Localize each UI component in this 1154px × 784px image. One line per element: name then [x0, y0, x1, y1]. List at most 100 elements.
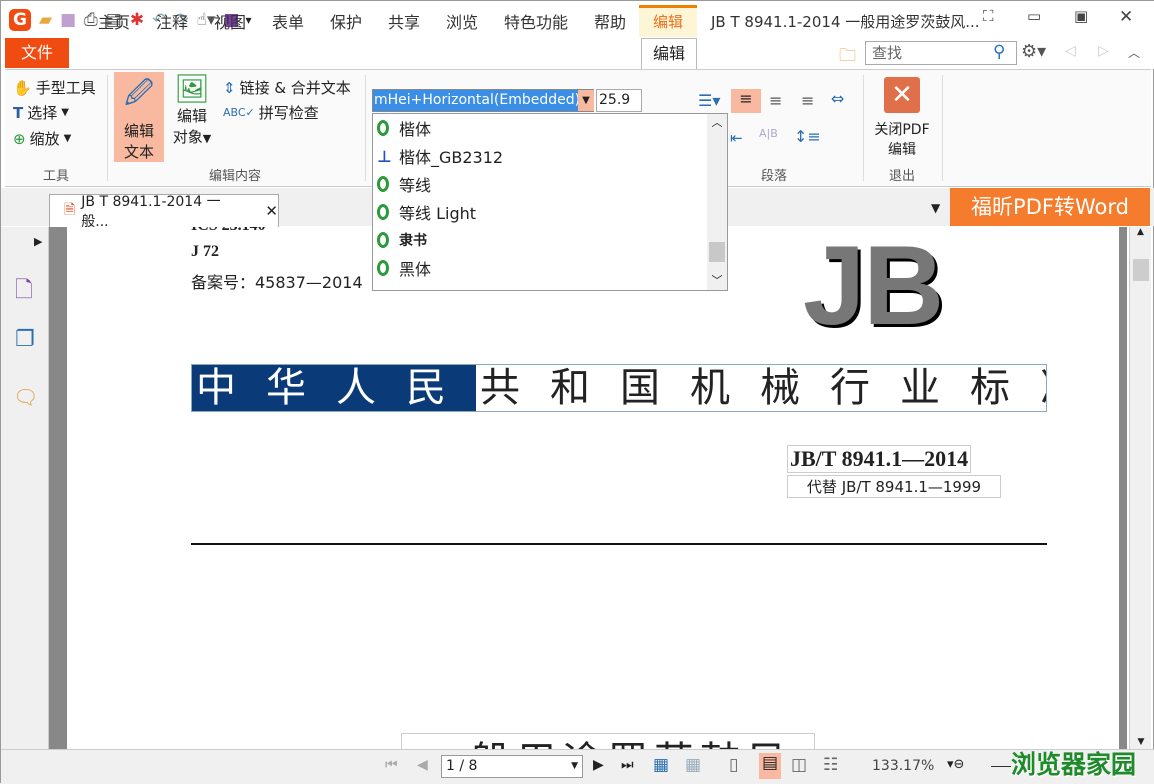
last-page-icon[interactable]: ⏭ — [621, 757, 634, 773]
edit-text-label-1: 编辑 — [114, 120, 164, 141]
font-option[interactable]: 等线 — [373, 170, 727, 198]
hand-dropdown-icon[interactable]: ☝▾ — [197, 10, 216, 30]
indent-icon[interactable]: ⇤ — [730, 129, 743, 147]
align-right-icon[interactable]: ≡ — [801, 91, 814, 110]
single-page-icon[interactable]: ▯ — [729, 755, 738, 775]
close-tab-icon[interactable]: ✕ — [265, 202, 278, 220]
customize-icon[interactable]: ▾ — [246, 13, 252, 27]
minimize-button[interactable]: ▭ — [1027, 7, 1041, 25]
spell-check-button[interactable]: ABC✓拼写检查 — [223, 102, 319, 123]
previous-page-icon[interactable]: ◀ — [417, 757, 428, 773]
folder-search-icon[interactable]: 🗀 — [839, 43, 856, 72]
font-option[interactable]: 等线 Light — [373, 198, 727, 226]
zoom-button[interactable]: ⊕缩放▼ — [13, 128, 71, 149]
zoom-slider[interactable] — [991, 766, 1011, 767]
group-label-edit-content: 编辑内容 — [209, 165, 261, 184]
gear-icon[interactable]: ⚙▾ — [1021, 41, 1046, 62]
open-icon[interactable]: ▰ — [39, 10, 52, 30]
continuous-facing-icon[interactable]: ☷ — [823, 755, 838, 775]
scroll-down-icon[interactable]: ﹀ — [707, 272, 727, 288]
edit-object-button[interactable]: 🖼 编辑 对象▼ — [167, 72, 217, 162]
line-spacing-icon[interactable]: ↕≡ — [794, 127, 821, 146]
font-option[interactable]: 隶书 — [373, 226, 727, 254]
menu-protect[interactable]: 保护 — [330, 9, 362, 33]
menu-edit[interactable]: 编辑 — [641, 38, 697, 69]
close-pdf-label-1: 关闭PDF — [869, 119, 935, 139]
next-page-icon[interactable]: ▶ — [593, 757, 604, 773]
fullscreen-icon[interactable]: ⛶ — [983, 7, 994, 25]
edit-object-label-2: 对象 — [173, 128, 203, 146]
font-dropdown-arrow[interactable]: ▼ — [578, 90, 594, 111]
previous-view-icon[interactable]: ▦ — [653, 755, 669, 775]
font-option[interactable]: 黑体 — [373, 254, 727, 282]
vertical-scrollbar[interactable]: ▲ ▼ — [1129, 227, 1151, 749]
select-button[interactable]: T选择▼ — [13, 102, 69, 123]
first-page-icon[interactable]: ⏮ — [385, 757, 398, 773]
selected-title-text[interactable]: 中华人民 — [192, 365, 476, 411]
menu-help[interactable]: 帮助 — [594, 9, 626, 33]
edit-text-button[interactable]: 🖉 编辑 文本 — [114, 72, 164, 162]
expand-panel-icon[interactable]: ▶ — [34, 235, 42, 248]
convert-to-word-banner[interactable]: 福昕PDF转Word — [950, 188, 1150, 226]
menu-file[interactable]: 文件 — [5, 38, 69, 68]
link-merge-text-button[interactable]: ⇕链接 & 合并文本 — [223, 77, 351, 98]
facing-pages-icon[interactable]: ◫ — [791, 755, 807, 775]
collapse-ribbon-icon[interactable]: ︿ — [1128, 44, 1140, 61]
menu-comment[interactable]: 注释 — [156, 9, 188, 33]
print-icon[interactable]: ⎙ — [84, 10, 98, 30]
next-view-icon[interactable]: ▦ — [685, 755, 701, 775]
app-window: G ▰ ■ ⎙ ▤ ✱ ↶ ↷ ☝▾ ■ ▾ 编辑 JB T 8941.1-20… — [0, 0, 1154, 783]
window-title: JB T 8941.1-2014 一般用途罗茨鼓风... — [711, 11, 980, 32]
pdf-file-icon: 🗎 — [64, 199, 75, 223]
restore-button[interactable]: ▣ — [1074, 7, 1088, 25]
back-icon[interactable]: ◁ — [1065, 43, 1076, 59]
dropdown-scrollbar[interactable]: ︿ ﹀ — [707, 114, 727, 290]
pages-icon[interactable]: ❐ — [15, 327, 35, 352]
standard-number[interactable]: JB/T 8941.1—2014 — [787, 445, 971, 473]
close-pdf-label-2: 编辑 — [869, 139, 935, 159]
zoom-icon: ⊕ — [13, 130, 26, 148]
tab-list-dropdown-icon[interactable]: ▼ — [931, 201, 940, 215]
menu-home[interactable]: 主页 — [98, 9, 130, 33]
scroll-up-icon[interactable]: ︿ — [707, 114, 727, 130]
page-number-input[interactable]: 1 / 8▼ — [441, 755, 583, 778]
zoom-dropdown-icon[interactable]: ▾⊖ — [947, 757, 964, 772]
menu-browse[interactable]: 浏览 — [446, 9, 478, 33]
hand-tool-button[interactable]: ✋手型工具 — [13, 77, 96, 98]
new-icon[interactable]: ✱ — [130, 10, 144, 30]
bullet-list-icon[interactable]: ☰▾ — [698, 91, 720, 110]
menu-form[interactable]: 表单 — [272, 9, 304, 33]
title-text[interactable]: 共和国机械行业标准 — [476, 365, 1047, 411]
title-text-box[interactable]: 中华人民共和国机械行业标准 — [191, 364, 1047, 412]
close-button[interactable]: ✕ — [1119, 7, 1133, 27]
replaces-standard[interactable]: 代替 JB/T 8941.1—1999 — [787, 475, 1001, 498]
font-option[interactable]: 楷体 — [373, 114, 727, 142]
align-center-icon[interactable]: ≡ — [769, 91, 782, 110]
save-icon[interactable]: ■ — [60, 10, 76, 30]
menu-features[interactable]: 特色功能 — [504, 9, 568, 33]
search-icon[interactable]: ⚲ — [993, 42, 1005, 62]
chevron-down-icon: ▼ — [203, 132, 211, 145]
scroll-thumb[interactable] — [1133, 259, 1149, 281]
align-left-icon[interactable]: ≡ — [731, 89, 761, 113]
menu-view[interactable]: 视图 — [214, 9, 246, 33]
forward-icon[interactable]: ▷ — [1098, 43, 1109, 59]
document-tab[interactable]: 🗎 JB T 8941.1-2014 一般... ✕ — [49, 194, 279, 227]
character-spacing-icon[interactable]: A|B — [759, 127, 778, 140]
justify-icon[interactable]: ⇔ — [831, 89, 844, 108]
scroll-up-icon[interactable]: ▲ — [1130, 227, 1151, 237]
scroll-thumb[interactable] — [709, 242, 725, 262]
font-option[interactable]: ⊥楷体_GB2312 — [373, 142, 727, 170]
font-option-label: 等线 Light — [399, 200, 476, 224]
menu-share[interactable]: 共享 — [388, 9, 420, 33]
document-title-bottom[interactable]: 一般用途罗茨鼓风机 — [401, 733, 815, 749]
comments-icon[interactable]: 🗨 — [13, 385, 38, 409]
bookmark-icon[interactable]: 🗋 — [15, 273, 33, 311]
continuous-page-icon[interactable]: ▤ — [759, 753, 781, 779]
font-size-select[interactable]: 25.9 ▼ — [596, 89, 642, 112]
font-name-select[interactable]: mHei+Horizontal(Embedded) — [372, 89, 594, 112]
context-tab-edit[interactable]: 编辑 — [639, 5, 697, 37]
close-pdf-edit-button[interactable]: ✕ 关闭PDF 编辑 — [869, 77, 935, 159]
zoom-level[interactable]: 133.17% — [872, 758, 934, 774]
left-panel: ▶ 🗋 ❐ 🗨 — [1, 227, 49, 749]
